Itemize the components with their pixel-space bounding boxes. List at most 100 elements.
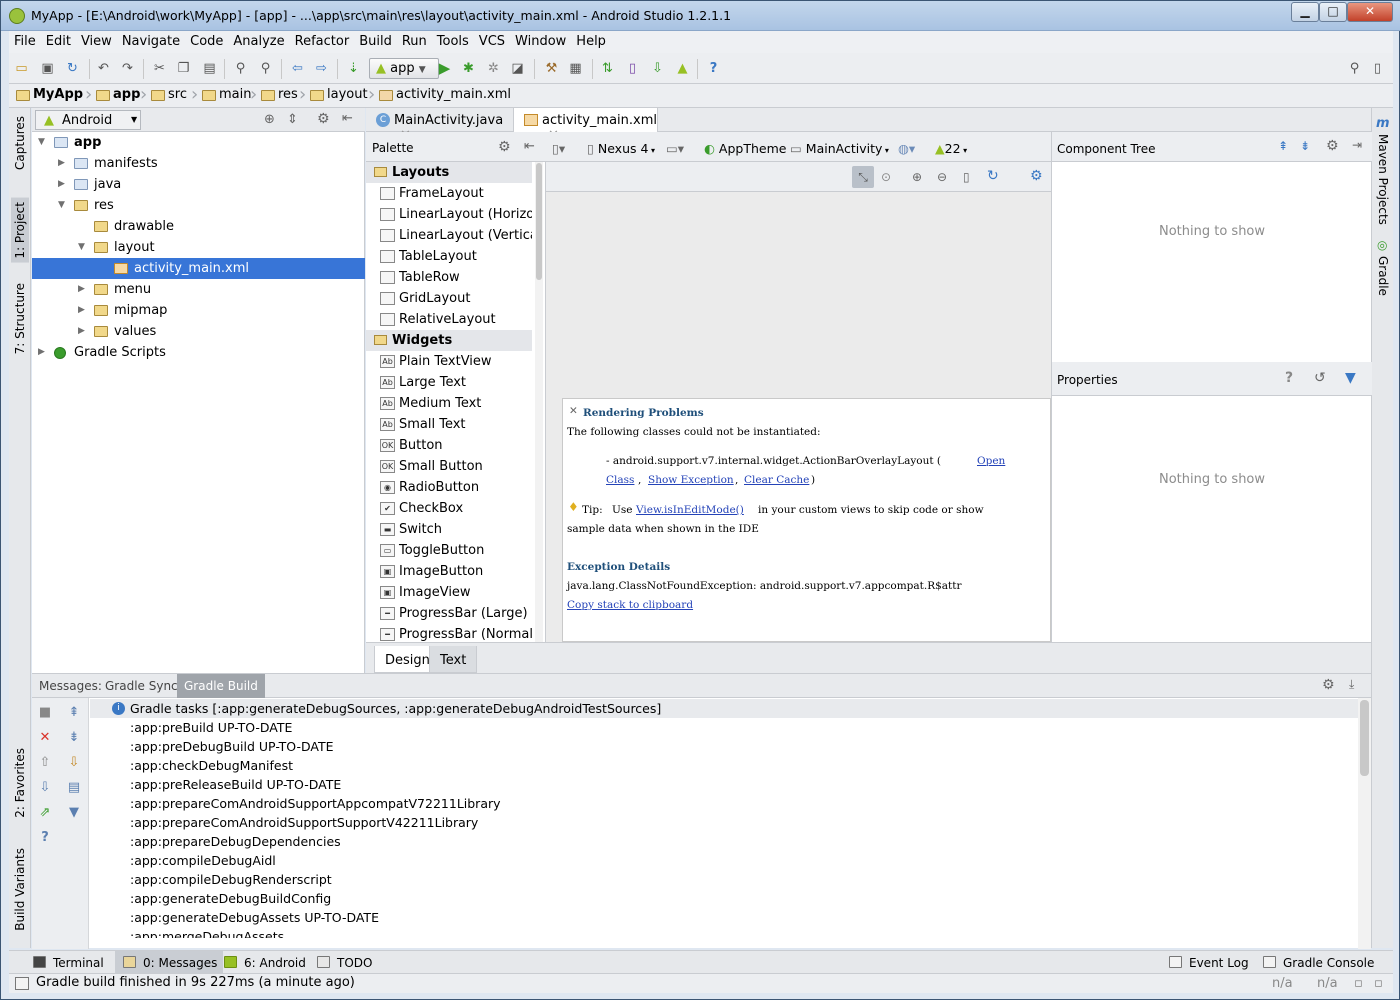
message-line[interactable]: :app:checkDebugManifest <box>130 756 293 775</box>
message-line[interactable]: :app:mergeDebugAssets <box>130 927 284 938</box>
toggle-size-icon[interactable]: ⤡ <box>852 166 874 188</box>
activity-select[interactable]: ▭ MainActivity ▾ <box>790 141 889 156</box>
menu-analyze[interactable]: Analyze <box>228 31 289 53</box>
show-exception-link[interactable]: Show Exception <box>648 474 734 486</box>
collapse-all-icon[interactable]: ⇕ <box>287 112 298 127</box>
palette-group[interactable]: Layouts <box>366 162 532 183</box>
breadcrumb-src[interactable]: src <box>150 87 187 105</box>
expand-arrow-icon[interactable]: ▼ <box>38 132 45 153</box>
lock-icon[interactable]: ▫ <box>1354 976 1363 991</box>
gear-icon[interactable]: ⚙ <box>1322 677 1335 693</box>
collapse-arrow-icon[interactable]: ▶ <box>78 279 85 300</box>
menu-window[interactable]: Window <box>510 31 571 53</box>
stop-icon[interactable]: ■ <box>37 705 53 721</box>
menu-refactor[interactable]: Refactor <box>290 31 355 53</box>
api-level-select[interactable]: ▲22 ▾ <box>935 141 967 156</box>
collapse-arrow-icon[interactable]: ▶ <box>58 153 65 174</box>
menu-vcs[interactable]: VCS <box>474 31 510 53</box>
settings-icon[interactable]: ▦ <box>567 60 584 77</box>
menu-tools[interactable]: Tools <box>432 31 474 53</box>
message-line[interactable]: :app:prepareComAndroidSupportSupportV422… <box>130 813 478 832</box>
tab-todo[interactable]: TODO <box>309 951 378 974</box>
tree-item[interactable]: ▶ menu <box>32 279 365 300</box>
debug-icon[interactable]: ✱ <box>460 60 477 77</box>
tab-activity-main-xml[interactable]: activity_main.xml ✕ <box>513 108 658 143</box>
export-icon[interactable]: ⇩ <box>66 755 82 771</box>
palette-item[interactable]: Ab Medium Text <box>366 393 532 414</box>
run-icon[interactable]: ▶ <box>436 60 453 77</box>
undo-icon[interactable]: ↶ <box>95 60 112 77</box>
refresh-icon[interactable]: ↻ <box>987 168 999 184</box>
copy-stack-link[interactable]: Copy stack to clipboard <box>567 599 693 611</box>
scroll-from-source-icon[interactable]: ⊕ <box>264 112 275 127</box>
zoom-in-icon[interactable]: ⊕ <box>912 170 922 184</box>
expand-arrow-icon[interactable]: ▼ <box>78 237 85 258</box>
collapse-arrow-icon[interactable]: ▶ <box>58 174 65 195</box>
tree-item[interactable]: ▶ mipmap <box>32 300 365 321</box>
paste-icon[interactable]: ▤ <box>201 60 218 77</box>
gear-icon[interactable]: ⚙ <box>498 139 511 155</box>
tab-gradle-build[interactable]: Gradle Build <box>177 674 265 698</box>
open-folder-icon[interactable]: ▭ <box>13 60 30 77</box>
palette-item[interactable]: LinearLayout (Vertical) <box>366 225 532 246</box>
hide-panel-icon[interactable]: ⇤ <box>342 111 353 126</box>
messages-scrollbar[interactable] <box>1358 698 1371 949</box>
clear-cache-link[interactable]: Clear Cache <box>744 474 809 486</box>
captures-tab[interactable]: Captures <box>13 116 27 170</box>
message-line[interactable]: :app:compileDebugRenderscript <box>130 870 332 889</box>
palette-item[interactable]: ✔ CheckBox <box>366 498 532 519</box>
device-select[interactable]: ▯ Nexus 4 ▾ <box>587 141 655 156</box>
project-structure-icon[interactable]: ⚒ <box>543 60 560 77</box>
hide-panel-icon[interactable]: ⇤ <box>524 139 535 154</box>
forward-icon[interactable]: ⇨ <box>313 60 330 77</box>
orientation-icon[interactable]: ▭▾ <box>666 141 684 156</box>
message-line[interactable]: :app:prepareComAndroidSupportAppcompatV7… <box>130 794 501 813</box>
palette-item[interactable]: ▭ ToggleButton <box>366 540 532 561</box>
help-icon[interactable]: ? <box>1285 370 1293 386</box>
gear-icon[interactable]: ⚙ <box>1030 168 1043 184</box>
replace-icon[interactable]: ⚲ <box>257 60 274 77</box>
open-class-link-2[interactable]: Class <box>606 474 634 486</box>
is-in-edit-mode-link[interactable]: View.isInEditMode() <box>636 504 744 516</box>
redo-icon[interactable]: ↷ <box>119 60 136 77</box>
project-view-select[interactable]: ▲ Android ▼ <box>35 110 141 130</box>
filter-icon[interactable]: ▼ <box>1345 370 1356 386</box>
palette-item[interactable]: TableLayout <box>366 246 532 267</box>
tab-text[interactable]: Text <box>429 646 478 673</box>
palette-item[interactable]: RelativeLayout <box>366 309 532 330</box>
palette-item[interactable]: LinearLayout (Horizontal) <box>366 204 532 225</box>
palette-item[interactable]: OK Small Button <box>366 456 532 477</box>
theme-select[interactable]: ◐ AppTheme <box>704 141 786 156</box>
tree-item[interactable]: ▼ layout <box>32 237 365 258</box>
tree-item[interactable]: ▶ manifests <box>32 153 365 174</box>
palette-item[interactable]: FrameLayout <box>366 183 532 204</box>
locale-globe-icon[interactable]: ◍▾ <box>898 141 915 156</box>
palette-scrollbar[interactable] <box>535 162 543 642</box>
sync-icon[interactable]: ↻ <box>64 60 81 77</box>
collapse-all-icon[interactable]: ⇟ <box>1300 139 1310 153</box>
tree-item[interactable]: ▶ java <box>32 174 365 195</box>
expand-arrow-icon[interactable]: ▼ <box>58 195 65 216</box>
message-line[interactable]: :app:prepareDebugDependencies <box>130 832 341 851</box>
palette-item[interactable]: Ab Small Text <box>366 414 532 435</box>
build-variants-tab[interactable]: Build Variants <box>13 848 27 931</box>
gear-icon[interactable]: ⚙ <box>1326 138 1339 154</box>
android-monitor-icon[interactable]: ▲ <box>674 60 691 77</box>
copy-icon[interactable]: ❐ <box>175 60 192 77</box>
help-icon[interactable]: ? <box>705 60 722 77</box>
maven-projects-tab[interactable]: Maven Projects <box>1376 134 1390 225</box>
expand-all-icon[interactable]: ⇞ <box>1278 139 1288 153</box>
breadcrumb-res[interactable]: res <box>260 87 298 105</box>
tab-messages[interactable]: 0: Messages <box>115 951 224 974</box>
menu-view[interactable]: View <box>76 31 117 53</box>
toggle-tool-windows-icon[interactable] <box>15 977 29 990</box>
restore-default-icon[interactable]: ↺ <box>1314 370 1326 386</box>
palette-item[interactable]: OK Button <box>366 435 532 456</box>
breadcrumb-main[interactable]: main <box>201 87 251 105</box>
message-line[interactable]: :app:generateDebugAssets UP-TO-DATE <box>130 908 379 927</box>
close-button[interactable]: ✕ <box>1347 2 1393 22</box>
menu-help[interactable]: Help <box>571 31 611 53</box>
breadcrumb-layout[interactable]: layout <box>309 87 368 105</box>
breadcrumb-file[interactable]: activity_main.xml <box>378 87 511 105</box>
arrow-down-icon[interactable]: ⇩ <box>37 780 53 796</box>
